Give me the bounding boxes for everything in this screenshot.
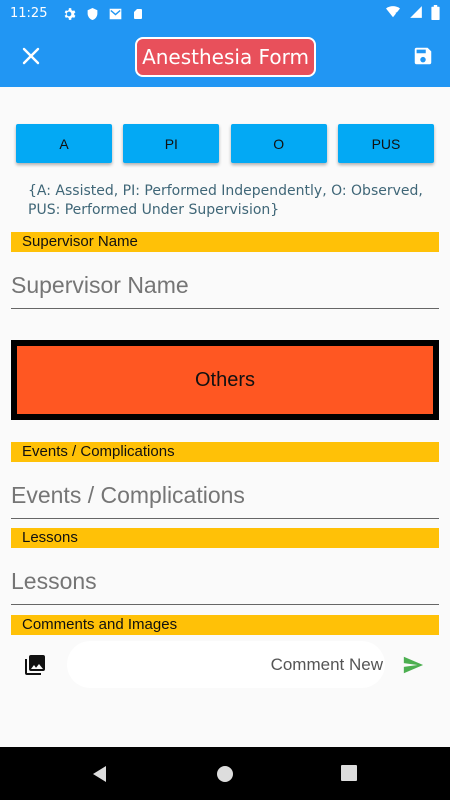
gear-icon <box>61 6 77 22</box>
sd-card-icon <box>130 6 146 22</box>
page-title: Anesthesia Form <box>135 37 316 77</box>
battery-icon <box>431 4 440 23</box>
role-button-performed-independently[interactable]: PI <box>123 124 220 163</box>
status-bar: 11:25 <box>0 0 450 27</box>
comments-label: Comments and Images <box>11 615 439 635</box>
save-icon[interactable] <box>410 43 436 69</box>
status-time: 11:25 <box>10 6 48 21</box>
supervisor-name-field[interactable]: Supervisor Name <box>11 263 439 309</box>
role-legend: {A: Assisted, PI: Performed Independentl… <box>28 183 423 218</box>
comment-placeholder: Comment New <box>270 654 383 674</box>
home-icon[interactable] <box>215 764 235 784</box>
role-button-assisted[interactable]: A <box>16 124 112 163</box>
supervisor-label: Supervisor Name <box>11 232 439 252</box>
close-icon[interactable] <box>16 41 46 71</box>
events-label: Events / Complications <box>11 442 439 462</box>
role-button-performed-under-supervision[interactable]: PUS <box>337 124 434 163</box>
role-button-row: A PI O PUS <box>16 124 434 163</box>
app-bar: Anesthesia Form <box>0 27 450 87</box>
others-button-label: Others <box>17 346 433 414</box>
signal-icon <box>409 5 423 22</box>
mail-icon <box>107 6 123 22</box>
lessons-field[interactable]: Lessons <box>11 559 439 605</box>
recents-icon[interactable] <box>340 764 360 784</box>
shield-icon <box>84 6 100 22</box>
role-button-observed[interactable]: O <box>230 124 327 163</box>
back-icon[interactable] <box>90 764 110 784</box>
system-nav-bar <box>0 747 450 800</box>
send-icon[interactable] <box>401 654 427 678</box>
comment-row: Comment New <box>11 640 439 690</box>
others-button[interactable]: Others <box>11 340 439 420</box>
lessons-label: Lessons <box>11 528 439 548</box>
image-gallery-icon[interactable] <box>23 653 47 677</box>
comment-input[interactable]: Comment New <box>67 641 385 688</box>
wifi-icon <box>385 5 401 22</box>
events-complications-field[interactable]: Events / Complications <box>11 473 439 519</box>
